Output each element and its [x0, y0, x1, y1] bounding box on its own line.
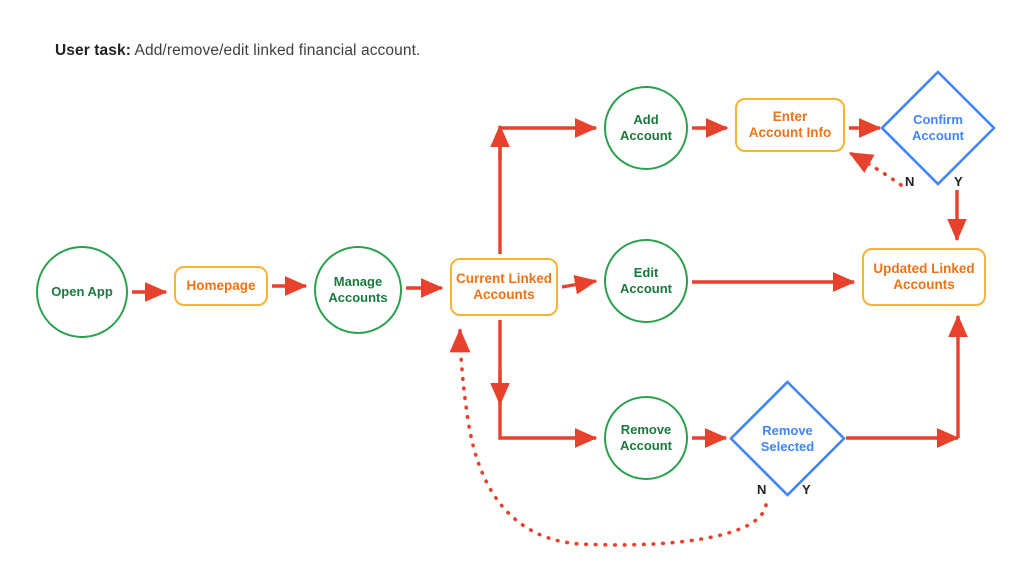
node-updated-linked-accounts-label: Updated Linked Accounts [873, 260, 975, 292]
node-remove-selected[interactable]: Remove Selected [731, 382, 844, 495]
node-edit-account-label: Edit Account [620, 265, 672, 296]
branch-label-confirm-yes-text: Y [954, 174, 963, 189]
task-label: User task: [55, 42, 131, 59]
edge-current-linked-accounts-to-edit-account [561, 274, 598, 295]
edge-current-linked-accounts-to-add-account [490, 118, 598, 254]
node-current-linked-accounts[interactable]: Current Linked Accounts [450, 258, 558, 316]
node-remove-account-label: Remove Account [620, 422, 672, 453]
task-text: Add/remove/edit linked financial account… [134, 42, 421, 59]
branch-label-confirm-yes: Y [954, 174, 963, 189]
node-updated-linked-accounts[interactable]: Updated Linked Accounts [862, 248, 986, 306]
node-manage-accounts-label: Manage Accounts [328, 274, 388, 305]
node-add-account-label: Add Account [620, 112, 672, 143]
node-confirm-account-label: Confirm Account [912, 112, 964, 143]
node-enter-account-info-label: Enter Account Info [748, 108, 832, 140]
node-remove-account[interactable]: Remove Account [604, 396, 688, 480]
branch-label-confirm-no-text: N [905, 174, 915, 189]
node-remove-selected-label: Remove Selected [760, 422, 815, 454]
branch-label-confirm-no: N [905, 174, 914, 189]
node-manage-accounts[interactable]: Manage Accounts [314, 246, 402, 334]
branch-label-remove-no: N [757, 482, 766, 497]
node-homepage-label: Homepage [186, 277, 256, 293]
node-homepage[interactable]: Homepage [174, 266, 268, 306]
page-title: User task: Add/remove/edit linked financ… [55, 42, 420, 60]
node-add-account[interactable]: Add Account [604, 86, 688, 170]
edge-remove-selected-yes-to-updated-linked-accounts [846, 314, 968, 448]
node-confirm-account[interactable]: Confirm Account [882, 72, 994, 184]
node-open-app[interactable]: Open App [36, 246, 128, 338]
branch-label-remove-yes-text: Y [802, 482, 811, 497]
node-enter-account-info[interactable]: Enter Account Info [735, 98, 845, 152]
node-current-linked-accounts-label: Current Linked Accounts [455, 270, 552, 302]
edge-current-linked-accounts-to-remove-account [490, 320, 598, 448]
node-open-app-label: Open App [51, 284, 113, 300]
branch-label-remove-no-text: N [757, 482, 767, 497]
node-edit-account[interactable]: Edit Account [604, 239, 688, 323]
branch-label-remove-yes: Y [802, 482, 811, 497]
